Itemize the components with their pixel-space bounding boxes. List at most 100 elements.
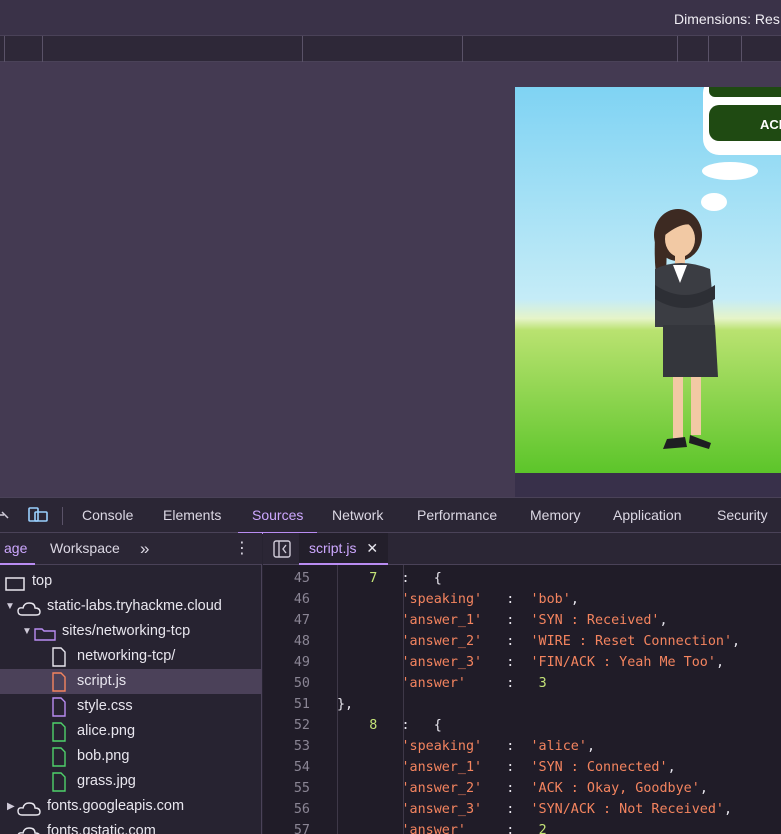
tab-network[interactable]: Network	[332, 498, 383, 533]
ruler-divider	[677, 36, 678, 62]
code-line[interactable]: 49 'answer_3' : 'FIN/ACK : Yeah Me Too',	[263, 652, 781, 673]
line-number[interactable]: 55	[263, 778, 310, 799]
inspect-element-icon[interactable]	[0, 506, 16, 524]
expanded-arrow-icon[interactable]: ▼	[22, 619, 32, 644]
thought-cloud-small	[701, 193, 727, 211]
line-number[interactable]: 51	[263, 694, 310, 715]
code-line[interactable]: 55 'answer_2' : 'ACK : Okay, Goodbye',	[263, 778, 781, 799]
editor-tab-label: script.js	[309, 540, 357, 556]
line-number[interactable]: 48	[263, 631, 310, 652]
tab-console[interactable]: Console	[82, 498, 133, 533]
code-line[interactable]: 54 'answer_1' : 'SYN : Connected',	[263, 757, 781, 778]
tree-item-domain[interactable]: ▶ fonts.googleapis.com	[0, 794, 262, 819]
line-number[interactable]: 46	[263, 589, 310, 610]
code-text: 'speaking' : 'alice',	[401, 739, 596, 754]
tree-item-folder[interactable]: ▼ sites/networking-tcp	[0, 619, 262, 644]
line-number[interactable]: 56	[263, 799, 310, 820]
collapsed-arrow-icon[interactable]: ▶	[7, 794, 15, 819]
tab-separator	[62, 507, 63, 525]
ruler-divider	[42, 36, 43, 62]
code-line[interactable]: 45 7 : {	[263, 568, 781, 589]
tree-item-file[interactable]: style.css	[0, 694, 262, 719]
code-text: 'answer_1' : 'SYN : Received',	[401, 613, 668, 628]
code-editor: script.js ✕ 45 7 : {46 'speaking' : 'bob…	[263, 533, 781, 834]
tree-item-file[interactable]: networking-tcp/	[0, 644, 262, 669]
tree-item-file[interactable]: alice.png	[0, 719, 262, 744]
page-viewport: ACK	[0, 62, 781, 497]
game-scene: ACK	[515, 87, 781, 473]
code-line[interactable]: 57 'answer' : 2	[263, 820, 781, 834]
ruler-divider	[462, 36, 463, 62]
tab-workspace[interactable]: Workspace	[50, 533, 120, 564]
viewport-bottom-strip	[515, 473, 781, 497]
tree-item-file[interactable]: bob.png	[0, 744, 262, 769]
tab-performance[interactable]: Performance	[417, 498, 497, 533]
code-text: 'answer_1' : 'SYN : Connected',	[401, 760, 676, 775]
line-number[interactable]: 54	[263, 757, 310, 778]
code-line[interactable]: 52 8 : {	[263, 715, 781, 736]
dimensions-label[interactable]: Dimensions: Res	[674, 11, 780, 27]
toggle-navigator-icon[interactable]	[273, 540, 291, 561]
code-line[interactable]: 51},	[263, 694, 781, 715]
line-number[interactable]: 45	[263, 568, 310, 589]
ruler-divider	[708, 36, 709, 62]
tree-item-label: style.css	[77, 698, 133, 714]
sources-navigator: age Workspace » ⋮ top ▼ static-labs.tryh…	[0, 533, 262, 834]
tree-item-label: script.js	[77, 673, 127, 689]
line-number[interactable]: 50	[263, 673, 310, 694]
line-number[interactable]: 52	[263, 715, 310, 736]
code-text: 'answer_3' : 'SYN/ACK : Not Received',	[401, 802, 733, 817]
ruler-divider	[4, 36, 5, 62]
line-number[interactable]: 57	[263, 820, 310, 834]
code-text: 'answer_3' : 'FIN/ACK : Yeah Me Too',	[401, 655, 725, 670]
tree-item-top[interactable]: top	[0, 569, 262, 594]
line-number[interactable]: 47	[263, 610, 310, 631]
code-text: 'answer' : 2	[401, 823, 547, 834]
code-line[interactable]: 46 'speaking' : 'bob',	[263, 589, 781, 610]
ruler-divider	[302, 36, 303, 62]
tree-item-label: bob.png	[77, 748, 130, 764]
device-toolbar: Dimensions: Res	[0, 0, 781, 36]
kebab-menu-icon[interactable]: ⋮	[234, 533, 250, 564]
ruler-divider	[741, 36, 742, 62]
tree-item-label: networking-tcp/	[77, 648, 176, 664]
tree-item-label: fonts.gstatic.com	[47, 823, 156, 834]
code-line[interactable]: 48 'answer_2' : 'WIRE : Reset Connection…	[263, 631, 781, 652]
code-line[interactable]: 53 'speaking' : 'alice',	[263, 736, 781, 757]
tree-item-label: fonts.googleapis.com	[47, 798, 185, 814]
code-text: 'answer' : 3	[401, 676, 547, 691]
code-text: 8 : {	[369, 718, 442, 733]
device-toolbar-icon[interactable]	[28, 506, 48, 524]
close-tab-icon[interactable]: ✕	[366, 540, 378, 556]
tab-page[interactable]: age	[0, 533, 36, 565]
editor-tab-script[interactable]: script.js ✕	[299, 533, 389, 565]
media-query-ruler	[0, 36, 781, 62]
ack-button-label: ACK	[760, 117, 781, 132]
code-line[interactable]: 47 'answer_1' : 'SYN : Received',	[263, 610, 781, 631]
tab-elements[interactable]: Elements	[163, 498, 221, 533]
answer-button-top	[709, 87, 781, 97]
code-line[interactable]: 56 'answer_3' : 'SYN/ACK : Not Received'…	[263, 799, 781, 820]
line-number[interactable]: 49	[263, 652, 310, 673]
tree-item-label: alice.png	[77, 723, 136, 739]
code-text: },	[337, 697, 354, 712]
tree-item-domain[interactable]: ▼ static-labs.tryhackme.cloud	[0, 594, 262, 619]
expanded-arrow-icon[interactable]: ▼	[5, 594, 15, 619]
line-number[interactable]: 53	[263, 736, 310, 757]
tree-item-label: sites/networking-tcp	[62, 623, 191, 639]
code-line[interactable]: 50 'answer' : 3	[263, 673, 781, 694]
tree-item-domain[interactable]: fonts.gstatic.com	[0, 819, 262, 834]
tree-item-file-selected[interactable]: script.js	[0, 669, 262, 694]
tab-sources[interactable]: Sources	[237, 498, 318, 534]
more-tabs-chevron-icon[interactable]: »	[140, 533, 149, 564]
code-text: 'answer_2' : 'ACK : Okay, Goodbye',	[401, 781, 708, 796]
game-canvas: ACK	[515, 87, 781, 473]
tab-memory[interactable]: Memory	[530, 498, 581, 533]
cloud-icon	[17, 825, 41, 834]
tab-security[interactable]: Security	[717, 498, 768, 533]
tree-item-file[interactable]: grass.jpg	[0, 769, 262, 794]
editor-tab-bar: script.js ✕	[263, 533, 781, 565]
code-text: 'speaking' : 'bob',	[401, 592, 579, 607]
tab-application[interactable]: Application	[613, 498, 682, 533]
tree-item-label: top	[32, 573, 53, 589]
